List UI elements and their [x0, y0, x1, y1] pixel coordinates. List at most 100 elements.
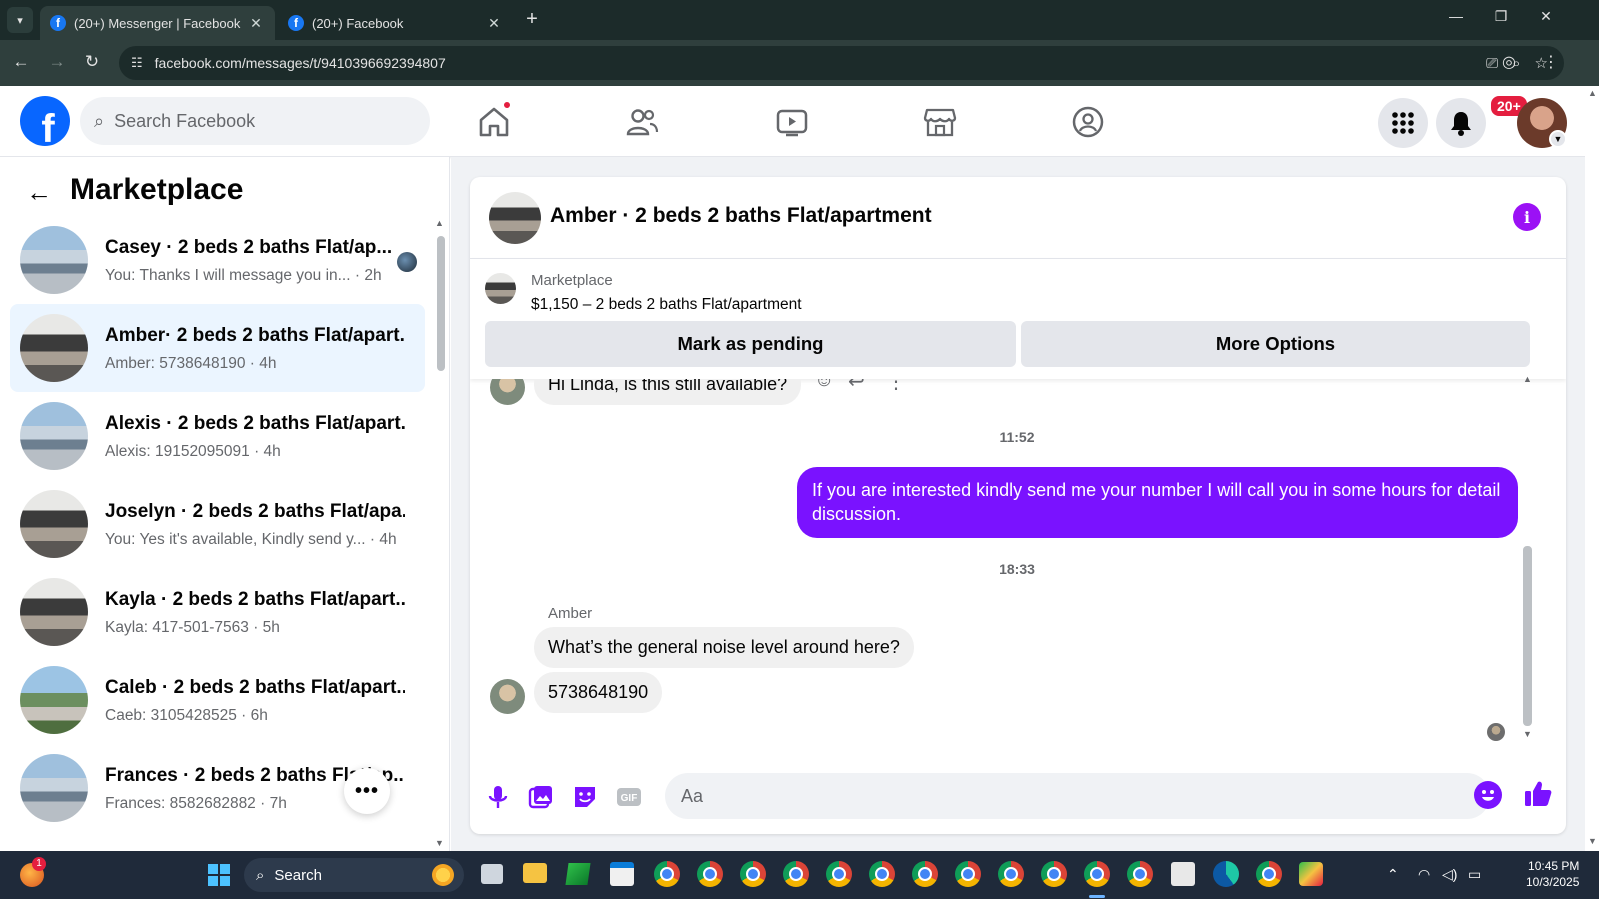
more-options-listing-button[interactable]: More Options [1021, 321, 1530, 367]
mark-as-pending-button[interactable]: Mark as pending [485, 321, 1016, 367]
chrome-icon[interactable] [1127, 861, 1153, 887]
app-icon[interactable] [1299, 862, 1323, 886]
thumbs-up-icon[interactable] [1523, 779, 1553, 809]
message-bubble-incoming[interactable]: What’s the general noise level around he… [534, 627, 914, 668]
reload-icon[interactable]: ↻ [81, 52, 103, 72]
url-text[interactable]: facebook.com/messages/t/9410396692394807 [155, 55, 446, 71]
photo-icon[interactable] [527, 783, 555, 811]
chrome-icon[interactable] [783, 861, 809, 887]
chrome-icon[interactable] [740, 861, 766, 887]
groups-icon[interactable] [1070, 104, 1106, 140]
tab-messenger[interactable]: f (20+) Messenger | Facebook ✕ [40, 6, 275, 40]
video-icon[interactable] [774, 104, 810, 140]
chat-title[interactable]: Amber · 2 beds 2 baths Flat/apartment [550, 204, 932, 228]
page-scrollbar[interactable]: ▲ ▼ [1585, 86, 1599, 851]
facebook-logo[interactable]: f [20, 96, 70, 146]
message-bubble-incoming[interactable]: Hi Linda, is this still available? [534, 379, 802, 405]
timestamp-separator: 11:52 [999, 429, 1035, 445]
chat-scrollbar[interactable] [1523, 546, 1532, 726]
snipping-tool-icon[interactable] [1171, 862, 1195, 886]
store-icon[interactable] [610, 862, 634, 886]
task-view-icon[interactable] [481, 864, 503, 884]
sender-name: Amber [548, 605, 593, 622]
more-options-button[interactable]: ••• [344, 768, 390, 814]
wifi-icon[interactable]: ◠ [1418, 866, 1430, 883]
sender-avatar[interactable] [490, 379, 525, 405]
conversation-item-active[interactable]: Amber· 2 beds 2 baths Flat/apart... Ambe… [10, 304, 425, 392]
search-icon: ⌕ [256, 866, 265, 884]
message-bubble-incoming[interactable]: 5738648190 [534, 672, 663, 713]
new-tab-button[interactable]: + [520, 8, 544, 31]
listing-price[interactable]: $1,150 – 2 beds 2 baths Flat/apartment [531, 296, 802, 314]
conversation-item[interactable]: Caleb · 2 beds 2 baths Flat/apart... Cae… [10, 656, 425, 744]
chrome-icon[interactable] [697, 861, 723, 887]
menu-grid-button[interactable] [1378, 98, 1428, 148]
conversation-avatar[interactable] [489, 192, 541, 244]
volume-icon[interactable]: ◁) [1442, 866, 1457, 883]
restore-window-button[interactable]: ❐ [1491, 8, 1511, 25]
scroll-down-arrow-icon[interactable]: ▼ [1523, 729, 1532, 739]
chrome-icon[interactable] [869, 861, 895, 887]
sticker-icon[interactable] [571, 783, 599, 811]
marketplace-icon[interactable] [922, 104, 958, 140]
scroll-up-arrow-icon[interactable]: ▲ [435, 218, 444, 228]
taskbar-clock[interactable]: 10:45 PM 10/3/2025 [1526, 858, 1579, 890]
chevron-down-icon[interactable]: ▼ [1549, 130, 1567, 148]
widgets-notification-badge: 1 [32, 857, 46, 871]
chrome-icon[interactable] [1256, 861, 1282, 887]
back-arrow-icon[interactable]: ← [26, 177, 52, 208]
scroll-down-arrow-icon[interactable]: ▼ [435, 838, 444, 848]
chrome-icon[interactable] [912, 861, 938, 887]
chrome-icon[interactable] [998, 861, 1024, 887]
sender-avatar[interactable] [490, 679, 525, 714]
profile-icon[interactable]: ◎ [1502, 52, 1516, 72]
site-info-icon[interactable]: ☷ [131, 55, 143, 71]
chrome-icon-active[interactable] [1084, 861, 1110, 887]
reply-icon[interactable]: ↩ [848, 379, 865, 394]
taskbar-search[interactable]: ⌕ Search [244, 858, 464, 892]
sidebar-scrollbar[interactable] [437, 236, 445, 371]
info-icon[interactable]: i [1513, 203, 1541, 231]
tab-facebook[interactable]: f (20+) Facebook ✕ [278, 6, 513, 40]
conversation-item[interactable]: Alexis · 2 beds 2 baths Flat/apart... Al… [10, 392, 425, 480]
scroll-down-arrow-icon[interactable]: ▼ [1588, 836, 1597, 846]
close-window-button[interactable]: ✕ [1536, 8, 1556, 25]
edge-icon[interactable] [1213, 861, 1239, 887]
close-tab-icon[interactable]: ✕ [247, 15, 265, 32]
more-actions-icon[interactable]: ⋮ [886, 379, 906, 394]
battery-icon[interactable]: ▭ [1468, 866, 1481, 883]
chrome-icon[interactable] [1041, 861, 1067, 887]
address-bar[interactable]: ☷ facebook.com/messages/t/94103966923948… [119, 46, 1564, 80]
windows-start-icon[interactable] [207, 863, 231, 887]
tab-search-button[interactable]: ▾ [7, 7, 33, 33]
search-facebook-input[interactable]: ⌕ Search Facebook [80, 97, 430, 145]
back-icon[interactable]: ← [10, 52, 32, 72]
scroll-up-arrow-icon[interactable]: ▲ [1523, 374, 1532, 384]
notifications-button[interactable] [1436, 98, 1486, 148]
timestamp-separator: 18:33 [999, 561, 1035, 577]
conversation-item[interactable]: Casey · 2 beds 2 baths Flat/ap... You: T… [10, 216, 425, 304]
install-app-icon[interactable]: ⎚ [1486, 55, 1498, 72]
listing-thumbnail[interactable] [485, 273, 516, 304]
chrome-icon[interactable] [826, 861, 852, 887]
conversation-item[interactable]: Joselyn · 2 beds 2 baths Flat/apa... You… [10, 480, 425, 568]
minimize-window-button[interactable]: — [1446, 8, 1466, 24]
scroll-up-arrow-icon[interactable]: ▲ [1588, 88, 1597, 98]
sidebar-title: Marketplace [70, 173, 244, 206]
app-icon[interactable] [565, 863, 591, 885]
browser-menu-icon[interactable]: ⋮ [1543, 52, 1559, 72]
react-emoji-icon[interactable]: ☺ [814, 379, 834, 392]
emoji-icon[interactable] [1474, 781, 1502, 809]
chrome-icon[interactable] [654, 861, 680, 887]
file-explorer-icon[interactable] [523, 863, 547, 883]
gif-icon[interactable]: GIF [615, 783, 643, 811]
forward-icon[interactable]: → [46, 52, 68, 72]
conversation-item[interactable]: Kayla · 2 beds 2 baths Flat/apart... Kay… [10, 568, 425, 656]
tray-overflow-icon[interactable]: ⌃ [1387, 866, 1399, 883]
chrome-icon[interactable] [955, 861, 981, 887]
message-bubble-outgoing[interactable]: If you are interested kindly send me you… [797, 467, 1518, 538]
message-input[interactable]: Aa [665, 773, 1490, 819]
microphone-icon[interactable] [484, 783, 512, 811]
friends-icon[interactable] [624, 104, 660, 140]
close-tab-icon[interactable]: ✕ [485, 15, 503, 32]
